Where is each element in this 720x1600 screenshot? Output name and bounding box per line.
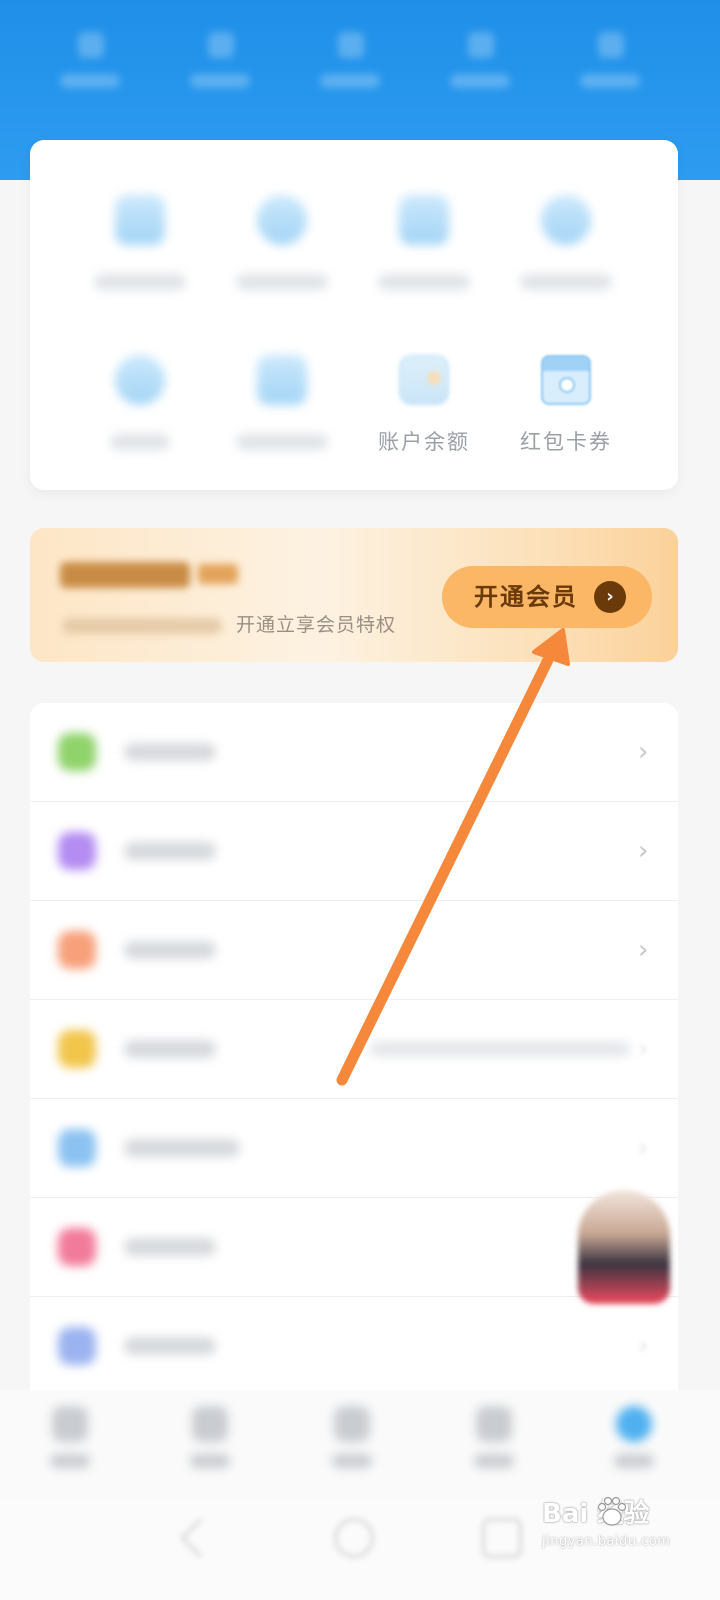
wallet-icon (399, 355, 449, 405)
list-item-icon (58, 832, 96, 870)
list-item-label (124, 1238, 216, 1256)
list-item[interactable]: › (30, 901, 678, 1000)
list-item-icon (58, 1030, 96, 1068)
coupons-label: 红包卡券 (520, 430, 612, 454)
back-icon[interactable] (180, 1518, 220, 1558)
list-item[interactable]: › (30, 802, 678, 901)
chevron-right-icon: › (638, 1331, 649, 1361)
recents-icon[interactable] (482, 1518, 522, 1558)
list-item[interactable]: › (30, 1000, 678, 1099)
grid-item-account-balance[interactable]: 账户余额 (354, 330, 494, 460)
list-item[interactable]: › (30, 1099, 678, 1198)
vip-subtitle-prefix (62, 618, 222, 634)
grid-item-6-label (236, 434, 328, 450)
vip-title (60, 556, 250, 592)
chevron-right-icon: › (638, 836, 649, 866)
chevron-right-icon: › (594, 581, 626, 613)
vip-subtitle: 开通立享会员特权 (236, 614, 397, 636)
watermark-url: jingyan.baidu.com (542, 1534, 671, 1549)
nav-item-1[interactable] (30, 1400, 110, 1480)
list-item-label (124, 1040, 216, 1058)
account-balance-label: 账户余额 (378, 430, 470, 454)
document-icon (257, 195, 307, 245)
list-item-icon (58, 1327, 96, 1365)
nav-item-4[interactable] (454, 1400, 534, 1480)
header-tab-4[interactable] (430, 14, 540, 104)
person-icon (115, 355, 165, 405)
clipboard-icon (399, 195, 449, 245)
open-vip-button[interactable]: 开通会员 › (442, 566, 652, 628)
list-item-label (124, 743, 216, 761)
grid-item-3[interactable] (354, 170, 494, 300)
nav-item-2[interactable] (170, 1400, 250, 1480)
chevron-right-icon: › (638, 935, 649, 965)
header-tab-2[interactable] (170, 14, 280, 104)
header-tab-3[interactable] (300, 14, 410, 104)
list-item-icon (58, 931, 96, 969)
list-item-icon (58, 733, 96, 771)
open-vip-button-label: 开通会员 (474, 583, 578, 611)
envelope-icon (541, 355, 591, 405)
list-item-label (124, 941, 216, 959)
nav-item-profile[interactable] (594, 1400, 674, 1480)
paw-icon (597, 1496, 627, 1526)
cloud-icon (541, 195, 591, 245)
vip-banner[interactable]: 开通立享会员特权 开通会员 › (30, 528, 678, 662)
header-tab-1[interactable] (40, 14, 150, 104)
grid-item-coupons[interactable]: 红包卡券 (496, 330, 636, 460)
grid-item-1-label (94, 274, 186, 290)
list-item[interactable]: › (30, 1297, 678, 1396)
list-item-icon (58, 1129, 96, 1167)
grid-item-5-label (110, 434, 170, 450)
list-item-icon (58, 1228, 96, 1266)
watermark: Bai 经验 jingyan.baidu.com (542, 1494, 712, 1554)
home-icon[interactable] (334, 1518, 374, 1558)
bottom-navigation (0, 1390, 720, 1500)
list-item[interactable]: › (30, 703, 678, 802)
grid-item-2[interactable] (212, 170, 352, 300)
header-tab-5[interactable] (560, 14, 670, 104)
grid-item-6[interactable] (212, 330, 352, 460)
list-item-label (124, 1139, 240, 1157)
service-grid-card: 账户余额 红包卡券 (30, 140, 678, 490)
grid-item-4-label (520, 274, 612, 290)
chevron-right-icon: › (638, 1034, 649, 1064)
card-icon (257, 355, 307, 405)
grid-item-5[interactable] (70, 330, 210, 460)
calendar-icon (115, 195, 165, 245)
floating-avatar[interactable] (578, 1190, 670, 1304)
nav-item-3[interactable] (312, 1400, 392, 1480)
grid-item-3-label (378, 274, 470, 290)
list-item-detail (370, 1042, 630, 1056)
grid-item-4[interactable] (496, 170, 636, 300)
grid-item-2-label (236, 274, 328, 290)
list-item-label (124, 842, 216, 860)
grid-item-1[interactable] (70, 170, 210, 300)
chevron-right-icon: › (638, 1133, 649, 1163)
chevron-right-icon: › (638, 737, 649, 767)
list-item-label (124, 1337, 216, 1355)
